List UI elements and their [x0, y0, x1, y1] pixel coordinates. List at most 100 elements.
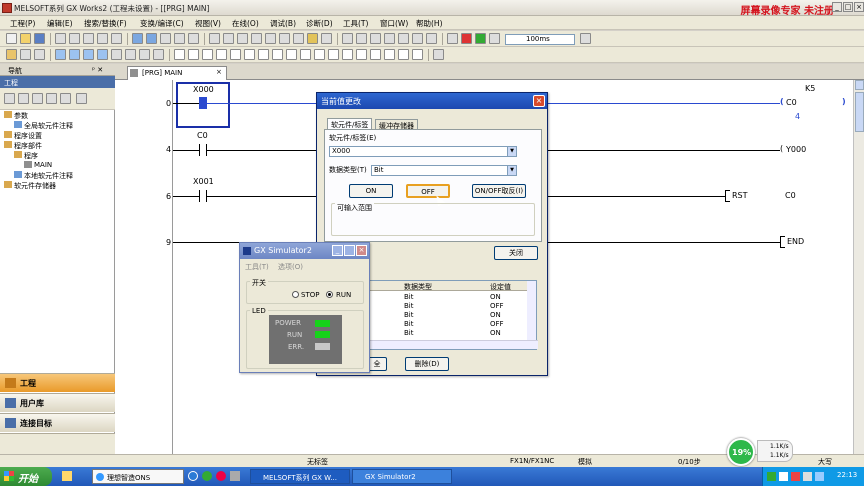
history-vscroll[interactable] — [527, 281, 536, 341]
nav-tool-icon[interactable] — [4, 93, 15, 104]
compile-all-icon[interactable] — [125, 49, 136, 60]
task-simulator[interactable]: GX Simulator2 — [352, 469, 452, 484]
line-draw-icon[interactable] — [384, 49, 395, 60]
run-radio[interactable] — [326, 291, 333, 298]
find-icon[interactable] — [209, 33, 220, 44]
history-list[interactable]: 数据类型 设定值 Bit ON Bit OFF Bit ON Bit OFF B… — [367, 280, 538, 350]
trace-icon[interactable] — [398, 33, 409, 44]
undo-icon[interactable] — [97, 33, 108, 44]
ladder-view-icon[interactable] — [6, 49, 17, 60]
tree-item[interactable]: MAIN — [24, 161, 52, 169]
instruction-icon[interactable] — [244, 49, 255, 60]
zoom-icon[interactable] — [342, 33, 353, 44]
start-button[interactable]: 开始 — [0, 467, 52, 486]
quicklaunch-icon[interactable] — [62, 471, 72, 481]
comment-icon[interactable] — [265, 33, 276, 44]
rising-parallel-icon[interactable] — [328, 49, 339, 60]
nav-tool-icon[interactable] — [18, 93, 29, 104]
close-window-button[interactable]: × — [854, 2, 864, 12]
read-mode-icon[interactable] — [55, 49, 66, 60]
operation-result-icon[interactable] — [370, 49, 381, 60]
contact-c0[interactable] — [199, 144, 207, 156]
new-file-icon[interactable] — [6, 33, 17, 44]
nav-pin-close[interactable]: ᵖ ✕ — [92, 66, 103, 74]
copy-icon[interactable] — [69, 33, 80, 44]
device-comment-icon[interactable] — [153, 49, 164, 60]
write-mode-icon[interactable] — [69, 49, 80, 60]
online-change-icon[interactable] — [139, 49, 150, 60]
menu-window[interactable]: 窗口(W) — [380, 18, 408, 29]
dialog-close-icon[interactable]: × — [533, 95, 545, 107]
alias-view-icon[interactable] — [34, 49, 45, 60]
scan-time-field[interactable]: 100ms — [505, 34, 575, 45]
menu-view[interactable]: 视图(V) — [195, 18, 221, 29]
history-hscroll[interactable] — [368, 340, 538, 349]
toggle-button[interactable]: ON/OFF取反(I) — [472, 184, 526, 198]
tree-item[interactable]: 程序 — [14, 151, 38, 161]
run-icon[interactable] — [461, 33, 472, 44]
save-icon[interactable] — [34, 33, 45, 44]
clear-all-button[interactable]: 全 — [367, 357, 387, 371]
stop-radio[interactable] — [292, 291, 299, 298]
parallel-no-icon[interactable] — [202, 49, 213, 60]
vertical-scrollbar[interactable] — [853, 80, 864, 454]
tree-item[interactable]: 程序部件 — [4, 141, 42, 151]
parallel-nc-icon[interactable] — [216, 49, 227, 60]
horizontal-line-icon[interactable] — [258, 49, 269, 60]
device-input[interactable]: X000 ▼ — [329, 146, 517, 157]
volume-icon[interactable] — [803, 472, 812, 481]
coil-icon[interactable] — [230, 49, 241, 60]
open-folder-icon[interactable] — [20, 33, 31, 44]
menu-online[interactable]: 在线(O) — [232, 18, 259, 29]
tray-icon[interactable] — [779, 472, 788, 481]
menu-debug[interactable]: 调试(B) — [270, 18, 296, 29]
verify-icon[interactable] — [160, 33, 171, 44]
note-icon[interactable] — [293, 33, 304, 44]
tree-item[interactable]: 软元件存储器 — [4, 181, 56, 191]
contact-no-icon[interactable] — [174, 49, 185, 60]
comment-view-icon[interactable] — [20, 49, 31, 60]
nav-tool-icon[interactable] — [32, 93, 43, 104]
line-erase-icon[interactable] — [398, 49, 409, 60]
menu-tools[interactable]: 工具(T) — [343, 18, 368, 29]
sampling-icon[interactable] — [412, 33, 423, 44]
tray-icon[interactable] — [767, 472, 776, 481]
sim-menu-options[interactable]: 选项(O) — [278, 262, 303, 272]
monitor-mode-icon[interactable] — [83, 49, 94, 60]
search-box[interactable]: 理想智造ONS — [92, 469, 184, 484]
browser-icon[interactable] — [202, 471, 212, 481]
simulator-stop-icon[interactable] — [321, 33, 332, 44]
paste-icon[interactable] — [83, 33, 94, 44]
register-icon[interactable] — [356, 33, 367, 44]
network-icon[interactable] — [815, 472, 824, 481]
simulator-close-icon[interactable]: × — [356, 245, 367, 256]
nav-button-project[interactable]: 工程 — [0, 373, 115, 392]
device-test-icon[interactable] — [426, 33, 437, 44]
nav-tool-icon[interactable] — [46, 93, 57, 104]
device-list-icon[interactable] — [251, 33, 262, 44]
statement-icon[interactable] — [279, 33, 290, 44]
falling-parallel-icon[interactable] — [342, 49, 353, 60]
redo-icon[interactable] — [111, 33, 122, 44]
menu-project[interactable]: 工程(P) — [10, 18, 35, 29]
menu-diagnostics[interactable]: 诊断(D) — [306, 18, 333, 29]
fb-icon[interactable] — [412, 49, 423, 60]
rising-edge-icon[interactable] — [300, 49, 311, 60]
app-icon[interactable] — [230, 471, 240, 481]
compile-icon[interactable] — [111, 49, 122, 60]
cut-icon[interactable] — [55, 33, 66, 44]
tree-item[interactable]: 全局软元件注释 — [14, 121, 73, 131]
on-button[interactable]: ON — [349, 184, 393, 198]
minimize-button[interactable]: _ — [832, 2, 842, 12]
tab-main-program[interactable]: [PRG] MAIN × — [127, 66, 227, 80]
menu-find-replace[interactable]: 搜索/替换(F) — [84, 18, 127, 29]
write-plc-icon[interactable] — [146, 33, 157, 44]
simulator-minimize-button[interactable]: _ — [332, 245, 343, 256]
replace-icon[interactable] — [223, 33, 234, 44]
tree-item[interactable]: 程序设置 — [4, 131, 42, 141]
vertical-line-icon[interactable] — [272, 49, 283, 60]
tray-icon[interactable] — [791, 472, 800, 481]
menu-edit[interactable]: 编辑(E) — [47, 18, 73, 29]
tree-item[interactable]: 参数 — [4, 111, 28, 121]
nav-button-library[interactable]: 用户库 — [0, 393, 115, 412]
